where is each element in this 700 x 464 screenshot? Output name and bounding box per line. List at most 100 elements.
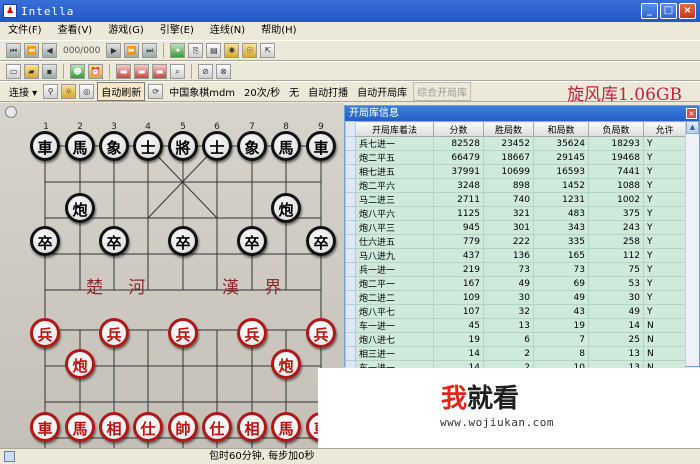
column-header-score[interactable]: 分数: [433, 121, 484, 137]
black-horse-piece[interactable]: 馬: [271, 131, 301, 161]
close-button[interactable]: ×: [679, 3, 696, 19]
black-soldier-piece[interactable]: 卒: [306, 226, 336, 256]
table-row[interactable]: 炮二平六 3248 898 1452 1088 Y: [345, 178, 686, 193]
server-label[interactable]: 中国象棋mdm: [166, 84, 238, 99]
refresh-icon[interactable]: ⟳: [148, 84, 164, 99]
menu-engine[interactable]: 引擎(E): [152, 22, 202, 40]
black-advisor-piece[interactable]: 士: [202, 131, 232, 161]
board-flip-icon[interactable]: ▬: [134, 63, 149, 79]
black-chariot-piece[interactable]: 車: [30, 131, 60, 161]
row-selector[interactable]: [345, 192, 356, 207]
table-row[interactable]: 兵七进一 82528 23452 35624 18293 Y: [345, 136, 686, 151]
row-selector[interactable]: [345, 346, 356, 361]
search-engine-icon[interactable]: ◎: [79, 84, 95, 99]
menu-help[interactable]: 帮助(H): [253, 22, 304, 40]
engine-icon[interactable]: ✦: [170, 43, 186, 58]
panel-close-icon[interactable]: ×: [686, 108, 697, 119]
merge-opening-lib-button[interactable]: 综合开局库: [413, 82, 472, 101]
table-row[interactable]: 马二进三 2711 740 1231 1002 Y: [345, 192, 686, 207]
table-row[interactable]: 仕六进五 779 222 335 258 Y: [345, 234, 686, 249]
auto-opening-lib-button[interactable]: 自动开局库: [354, 84, 410, 99]
clock-icon[interactable]: ⏰: [88, 63, 103, 79]
table-row[interactable]: 马八进九 437 136 165 112 Y: [345, 248, 686, 263]
table-row[interactable]: 炮八平六 1125 321 483 375 Y: [345, 206, 686, 221]
row-selector[interactable]: [345, 150, 356, 165]
black-cannon-piece[interactable]: 炮: [65, 193, 95, 223]
row-selector[interactable]: [345, 276, 356, 291]
copy-icon[interactable]: ⎘: [188, 43, 204, 58]
column-header-losses[interactable]: 负局数: [588, 121, 644, 137]
red-advisor-piece[interactable]: 仕: [202, 412, 232, 442]
connect-dropdown[interactable]: 连接 ▾: [6, 84, 40, 99]
table-row[interactable]: 炮二进二 109 30 49 30 Y: [345, 290, 686, 305]
column-header-allowed[interactable]: 允许: [643, 121, 686, 137]
table-row[interactable]: 车一进一 45 13 19 14 N: [345, 318, 686, 333]
column-header-wins[interactable]: 胜局数: [483, 121, 534, 137]
next-move-icon[interactable]: ▶: [106, 43, 122, 58]
row-selector[interactable]: [345, 304, 356, 319]
prev-page-icon[interactable]: ⏪: [24, 43, 39, 58]
black-horse-piece[interactable]: 馬: [65, 131, 95, 161]
row-selector[interactable]: [345, 248, 356, 263]
analyze-icon[interactable]: ☉: [242, 43, 258, 58]
red-elephant-piece[interactable]: 相: [99, 412, 129, 442]
row-selector[interactable]: [345, 262, 356, 277]
table-row[interactable]: 兵一进一 219 73 73 75 Y: [345, 262, 686, 277]
none-label[interactable]: 无: [286, 84, 302, 99]
red-elephant-piece[interactable]: 相: [237, 412, 267, 442]
stop-icon[interactable]: ⊘: [198, 63, 213, 79]
minimize-button[interactable]: _: [641, 3, 658, 19]
column-header-move[interactable]: 开局库着法: [355, 121, 434, 137]
new-file-icon[interactable]: ▭: [6, 63, 21, 79]
row-selector[interactable]: [345, 332, 356, 347]
table-row[interactable]: 炮二平一 167 49 69 53 Y: [345, 276, 686, 291]
table-row[interactable]: 炮八平三 945 301 343 243 Y: [345, 220, 686, 235]
row-selector[interactable]: [345, 318, 356, 333]
row-selector[interactable]: [345, 136, 356, 151]
row-selector[interactable]: [345, 220, 356, 235]
red-cannon-piece[interactable]: 炮: [271, 349, 301, 379]
table-row[interactable]: 相七进五 37991 10699 16593 7441 Y: [345, 164, 686, 179]
menu-file[interactable]: 文件(F): [0, 22, 50, 40]
speed-label[interactable]: 20次/秒: [241, 84, 283, 99]
black-general-piece[interactable]: 將: [168, 131, 198, 161]
save-file-icon[interactable]: ▪: [42, 63, 57, 79]
black-elephant-piece[interactable]: 象: [237, 131, 267, 161]
red-general-piece[interactable]: 帥: [168, 412, 198, 442]
red-soldier-piece[interactable]: 兵: [168, 318, 198, 348]
chess-board[interactable]: 1 2 3 4 5 6 7 8 9 車 馬 象 士 將 士 象 馬 車 炮 炮 …: [0, 103, 344, 448]
black-chariot-piece[interactable]: 車: [306, 131, 336, 161]
board-edit-icon[interactable]: ▬: [152, 63, 167, 79]
row-selector[interactable]: [345, 234, 356, 249]
abort-icon[interactable]: ⊗: [216, 63, 231, 79]
black-advisor-piece[interactable]: 士: [133, 131, 163, 161]
row-selector[interactable]: [345, 164, 356, 179]
table-row[interactable]: 相三进一 14 2 8 13 N: [345, 346, 686, 361]
red-chariot-piece[interactable]: 車: [30, 412, 60, 442]
row-selector[interactable]: [345, 178, 356, 193]
black-soldier-piece[interactable]: 卒: [99, 226, 129, 256]
prev-move-icon[interactable]: ◀: [42, 43, 57, 58]
red-advisor-piece[interactable]: 仕: [133, 412, 163, 442]
paste-icon[interactable]: ▤: [206, 43, 222, 58]
row-selector[interactable]: [345, 290, 356, 305]
black-cannon-piece[interactable]: 炮: [271, 193, 301, 223]
table-row[interactable]: 炮二平五 66479 18667 29145 19468 Y: [345, 150, 686, 165]
scroll-up-icon[interactable]: ▲: [686, 121, 699, 134]
table-row[interactable]: 炮八平七 107 32 43 49 Y: [345, 304, 686, 319]
red-horse-piece[interactable]: 馬: [65, 412, 95, 442]
black-soldier-piece[interactable]: 卒: [168, 226, 198, 256]
table-row[interactable]: 炮八进七 19 6 7 25 N: [345, 332, 686, 347]
menu-view[interactable]: 查看(V): [50, 22, 101, 40]
export-icon[interactable]: ⇱: [260, 43, 276, 58]
last-move-icon[interactable]: ⏭: [142, 43, 158, 58]
row-selector[interactable]: [345, 206, 356, 221]
red-soldier-piece[interactable]: 兵: [306, 318, 336, 348]
menu-network[interactable]: 连线(N): [202, 22, 253, 40]
board-red-icon[interactable]: ▬: [116, 63, 131, 79]
players-icon[interactable]: ☻: [70, 63, 85, 79]
red-cannon-piece[interactable]: 炮: [65, 349, 95, 379]
black-soldier-piece[interactable]: 卒: [30, 226, 60, 256]
red-horse-piece[interactable]: 馬: [271, 412, 301, 442]
auto-refresh-button[interactable]: 自动刷新: [97, 82, 146, 101]
